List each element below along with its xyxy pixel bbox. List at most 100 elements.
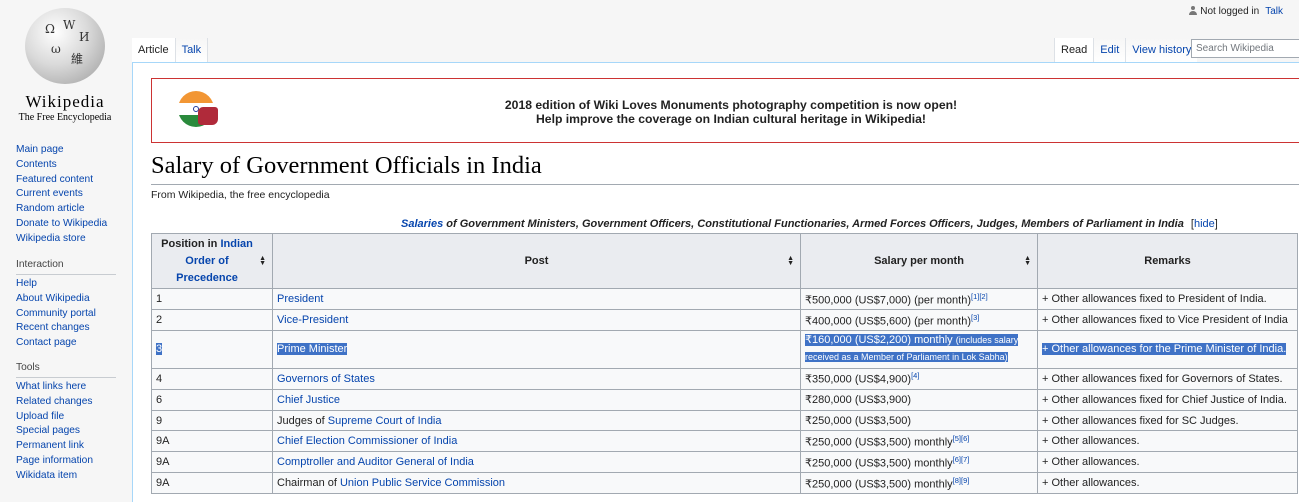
sidebar-tools-list: What links here Related changes Upload f…: [16, 380, 121, 484]
cell-post: Vice-President: [272, 308, 801, 331]
cell-remarks: + Other allowances fixed to Vice Preside…: [1037, 308, 1298, 331]
hide-link: hide: [1193, 218, 1215, 230]
cell-salary: ₹250,000 (US$3,500) monthly[5][6]: [800, 430, 1038, 453]
reference-link[interactable]: [8][9]: [953, 476, 970, 485]
tab-talk[interactable]: Talk: [175, 38, 209, 62]
wikipedia-logo[interactable]: Ω W И ω 維 Wikipedia The Free Encyclopedi…: [10, 8, 120, 123]
sidebar-item-community-portal[interactable]: Community portal: [16, 307, 121, 322]
page-tagline: From Wikipedia, the free encyclopedia: [151, 189, 330, 201]
sort-icon[interactable]: ▲ ▼: [259, 255, 266, 267]
post-link[interactable]: Chief Justice: [277, 394, 340, 406]
namespace-tabs: Article Talk: [132, 38, 209, 62]
sidebar-item-help[interactable]: Help: [16, 277, 121, 292]
cell-post: Chief Justice: [272, 388, 801, 411]
sidebar: Ω W И ω 維 Wikipedia The Free Encyclopedi…: [0, 0, 132, 485]
post-link[interactable]: Supreme Court of India: [328, 415, 442, 427]
table-row: 9A Chairman of Union Public Service Comm…: [151, 472, 1298, 495]
reference-link[interactable]: [4]: [911, 371, 919, 380]
sidebar-item-about[interactable]: About Wikipedia: [16, 292, 121, 307]
sidebar-item-page-information[interactable]: Page information: [16, 454, 121, 469]
banner-line-2: Help improve the coverage on Indian cult…: [536, 112, 926, 126]
post-link[interactable]: Vice-President: [277, 314, 348, 326]
post-link[interactable]: Chief Election Commissioner of India: [277, 435, 457, 447]
cell-post: Judges of Supreme Court of India: [272, 409, 801, 432]
post-link[interactable]: President: [277, 293, 323, 305]
sidebar-item-related-changes[interactable]: Related changes: [16, 395, 121, 410]
view-tabs: Read Edit View history: [1054, 38, 1198, 62]
cell-salary: ₹250,000 (US$3,500) monthly[6][7]: [800, 451, 1038, 474]
logo-tagline: The Free Encyclopedia: [18, 112, 112, 123]
cell-remarks: + Other allowances.: [1037, 472, 1298, 495]
column-header-position[interactable]: Position in Indian Order of Precedence ▲…: [151, 233, 273, 289]
column-header-remarks[interactable]: Remarks: [1037, 233, 1298, 289]
hide-toggle[interactable]: [hide]: [1191, 218, 1218, 230]
reference-link[interactable]: [5][6]: [953, 434, 970, 443]
column-header-post[interactable]: Post ▲ ▼: [272, 233, 801, 289]
cell-salary: ₹280,000 (US$3,900): [800, 388, 1038, 411]
sidebar-item-special-pages[interactable]: Special pages: [16, 424, 121, 439]
sidebar-item-permanent-link[interactable]: Permanent link: [16, 439, 121, 454]
table-row-selected: 3 Prime Minister ₹160,000 (US$2,200) mon…: [151, 329, 1298, 369]
cell-salary: ₹250,000 (US$3,500): [800, 409, 1038, 432]
cell-post: Prime Minister: [272, 329, 801, 369]
cell-remarks: + Other allowances.: [1037, 430, 1298, 453]
cell-salary: ₹250,000 (US$3,500) monthly[8][9]: [800, 472, 1038, 495]
sidebar-item-wikidata-item[interactable]: Wikidata item: [16, 469, 121, 484]
sidebar-item-store[interactable]: Wikipedia store: [16, 232, 121, 247]
tab-read[interactable]: Read: [1054, 38, 1094, 62]
banner-line-1: 2018 edition of Wiki Loves Monuments pho…: [504, 98, 958, 112]
cell-position: 6: [151, 388, 273, 411]
logo-wordmark: Wikipedia: [25, 92, 105, 111]
personal-tools: Not logged in Talk: [1189, 6, 1283, 17]
sort-icon[interactable]: ▲ ▼: [787, 255, 794, 267]
cell-remarks: + Other allowances.: [1037, 451, 1298, 474]
post-link[interactable]: Prime Minister: [277, 343, 347, 355]
banner-message[interactable]: 2018 edition of Wiki Loves Monuments pho…: [152, 98, 1299, 126]
table-row: 6 Chief Justice ₹280,000 (US$3,900) + Ot…: [151, 388, 1298, 411]
sidebar-item-current-events[interactable]: Current events: [16, 187, 121, 202]
sidebar-heading-tools: Tools: [16, 362, 116, 378]
sidebar-interaction-list: Help About Wikipedia Community portal Re…: [16, 277, 121, 351]
user-icon: [1189, 6, 1198, 15]
cell-position: 3: [151, 329, 273, 369]
cell-post: Chief Election Commissioner of India: [272, 430, 801, 453]
cell-position: 4: [151, 367, 273, 390]
tab-article[interactable]: Article: [132, 38, 176, 62]
cell-position: 9: [151, 409, 273, 432]
tab-edit[interactable]: Edit: [1093, 38, 1126, 62]
post-link[interactable]: Comptroller and Auditor General of India: [277, 456, 474, 468]
reference-link[interactable]: [1][2]: [971, 292, 988, 301]
puzzle-globe-icon: Ω W И ω 維: [25, 8, 105, 84]
tab-view-history[interactable]: View history: [1125, 38, 1198, 62]
cell-remarks: + Other allowances fixed for Governors o…: [1037, 367, 1298, 390]
cell-remarks: + Other allowances for the Prime Ministe…: [1037, 329, 1298, 369]
sort-icon[interactable]: ▲ ▼: [1024, 255, 1031, 267]
sidebar-item-donate[interactable]: Donate to Wikipedia: [16, 217, 121, 232]
caption-salaries-link[interactable]: Salaries: [401, 218, 443, 230]
sidebar-item-contents[interactable]: Contents: [16, 158, 121, 173]
reference-link[interactable]: [6][7]: [953, 455, 970, 464]
personal-talk-link[interactable]: Talk: [1265, 6, 1283, 17]
cell-remarks: + Other allowances fixed for SC Judges.: [1037, 409, 1298, 432]
post-link[interactable]: Governors of States: [277, 373, 375, 385]
cell-salary: ₹400,000 (US$5,600) (per month)[3]: [800, 308, 1038, 331]
sidebar-item-recent-changes[interactable]: Recent changes: [16, 321, 121, 336]
sidebar-item-what-links-here[interactable]: What links here: [16, 380, 121, 395]
table-row: 9 Judges of Supreme Court of India ₹250,…: [151, 409, 1298, 432]
cell-salary: ₹500,000 (US$7,000) (per month)[1][2]: [800, 288, 1038, 310]
sidebar-item-random-article[interactable]: Random article: [16, 202, 121, 217]
cell-salary: ₹160,000 (US$2,200) monthly (includes sa…: [800, 329, 1038, 369]
sidebar-item-featured-content[interactable]: Featured content: [16, 173, 121, 188]
sidebar-item-contact-page[interactable]: Contact page: [16, 336, 121, 351]
article-content: 2018 edition of Wiki Loves Monuments pho…: [132, 62, 1299, 502]
table-row: 4 Governors of States ₹350,000 (US$4,900…: [151, 367, 1298, 390]
sidebar-item-upload-file[interactable]: Upload file: [16, 410, 121, 425]
post-link[interactable]: Union Public Service Commission: [340, 477, 505, 489]
sidebar-item-main-page[interactable]: Main page: [16, 143, 121, 158]
cell-position: 9A: [151, 430, 273, 453]
table-row: 9A Chief Election Commissioner of India …: [151, 430, 1298, 453]
search-input[interactable]: Search Wikipedia: [1191, 39, 1299, 58]
cell-position: 2: [151, 308, 273, 331]
reference-link[interactable]: [3]: [971, 313, 979, 322]
column-header-salary[interactable]: Salary per month ▲ ▼: [800, 233, 1038, 289]
